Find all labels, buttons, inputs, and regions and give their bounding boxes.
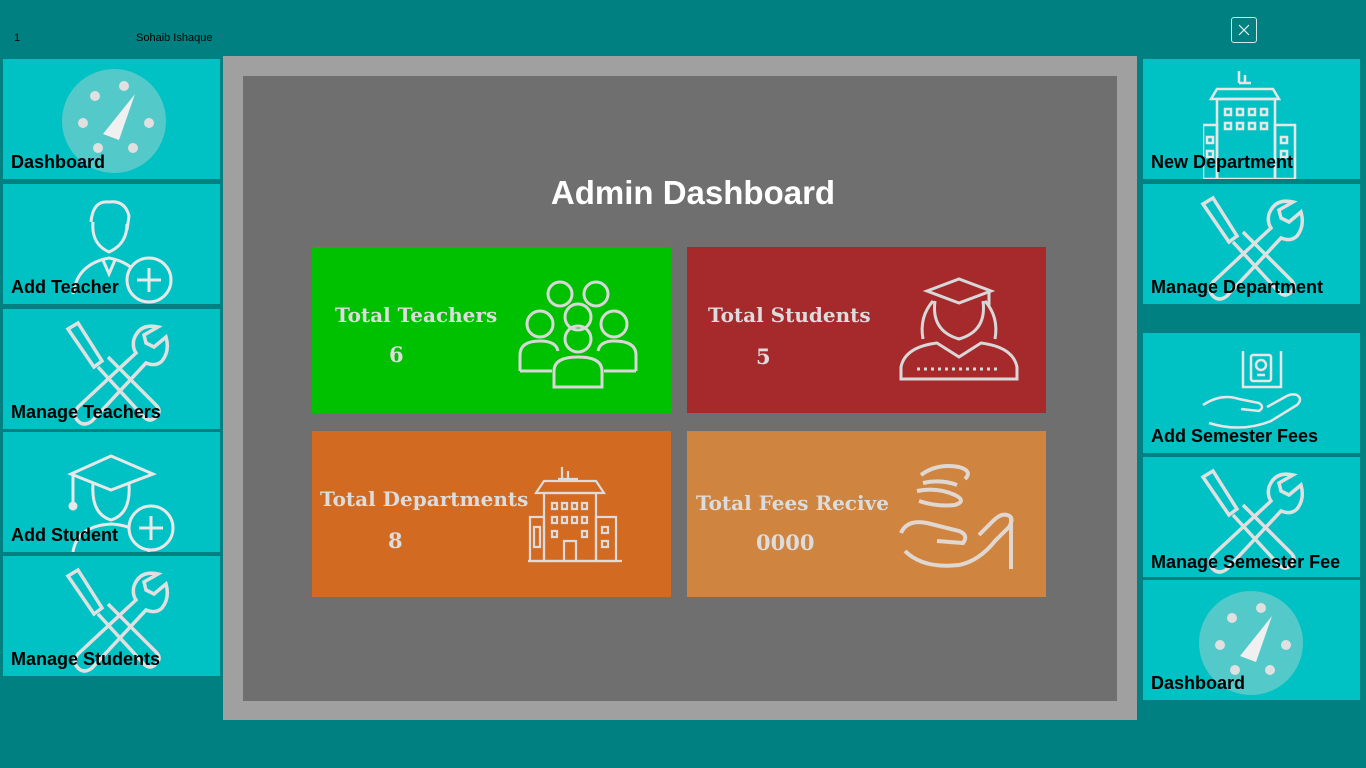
menu-label: Add Student [11, 525, 118, 545]
fees-hand-icon [1202, 351, 1302, 429]
menu-label: Manage Semester Fee [1151, 552, 1341, 572]
menu-label: Manage Teachers [11, 402, 161, 422]
card-label: Total Departments [320, 487, 529, 511]
coins-hand-icon [899, 464, 1014, 569]
menu-label: Manage Students [11, 649, 161, 669]
total-fees-card: Total Fees Recive 0000 [687, 431, 1046, 597]
menu-label: Add Semester Fees [1151, 426, 1319, 446]
teachers-group-icon [518, 280, 638, 389]
menu-manage-teachers-button[interactable]: Manage Teachers [3, 309, 220, 429]
menu-label: New Department [1151, 152, 1294, 172]
menu-add-teacher-button[interactable]: Add Teacher [3, 184, 220, 304]
card-label: Total Teachers [335, 303, 498, 327]
total-departments-card: Total Departments 8 [312, 431, 671, 597]
close-button[interactable] [1231, 17, 1257, 43]
menu-label: Dashboard [11, 152, 106, 172]
menu-label: Manage Department [1151, 277, 1324, 297]
menu-add-semester-fees-button[interactable]: Add Semester Fees [1143, 333, 1360, 453]
menu-label: Dashboard [1151, 673, 1246, 693]
card-label: Total Students [708, 303, 871, 327]
menu-manage-semester-fee-button[interactable]: Manage Semester Fee [1143, 457, 1360, 577]
menu-new-department-button[interactable]: New Department [1143, 59, 1360, 179]
user-name-label: Sohaib Ishaque [136, 32, 213, 44]
menu-manage-students-button[interactable]: Manage Students [3, 556, 220, 676]
card-value: 5 [756, 344, 771, 369]
menu-add-student-button[interactable]: Add Student [3, 432, 220, 552]
total-students-card: Total Students 5 [687, 247, 1046, 413]
menu-label: Add Teacher [11, 277, 119, 297]
graduate-student-icon [899, 277, 1019, 381]
user-id-label: 1 [14, 32, 21, 44]
page-title: Admin Dashboard [550, 174, 836, 211]
total-teachers-card: Total Teachers 6 [312, 247, 671, 413]
card-value: 0000 [756, 530, 815, 555]
close-icon [1238, 24, 1250, 36]
card-value: 6 [389, 342, 404, 367]
card-label: Total Fees Recive [696, 491, 889, 515]
menu-dashboard-button[interactable]: Dashboard [3, 59, 220, 179]
menu-manage-department-button[interactable]: Manage Department [1143, 184, 1360, 304]
card-value: 8 [388, 528, 403, 553]
building-icon [528, 467, 622, 563]
menu-dashboard-right-button[interactable]: Dashboard [1143, 580, 1360, 700]
